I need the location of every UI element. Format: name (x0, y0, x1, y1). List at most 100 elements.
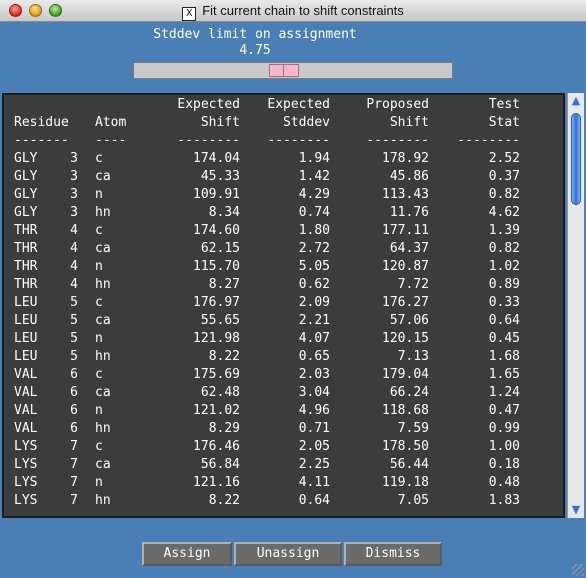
table-row[interactable]: VAL 6 c 175.69 2.03 179.04 1.65 (4, 366, 563, 384)
down-arrow-icon[interactable]: ▼ (568, 502, 584, 518)
column-header: Stat (488, 115, 520, 130)
expected-shift: 8.29 (208, 421, 240, 436)
table-row[interactable]: LEU 5 c 176.97 2.09 176.27 0.33 (4, 294, 563, 312)
stddev-slider-thumb[interactable] (269, 64, 299, 77)
expected-stddev: 0.64 (298, 493, 330, 508)
proposed-shift: 177.11 (382, 223, 429, 238)
proposed-shift: 64.37 (389, 241, 429, 256)
residue-name: GLY (14, 205, 38, 220)
residue-name: VAL (14, 421, 38, 436)
residue-number: 5 (70, 349, 78, 364)
residue-name: THR (14, 223, 38, 238)
expected-shift: 121.98 (193, 331, 240, 346)
table-row[interactable]: GLY 3 n 109.91 4.29 113.43 0.82 (4, 186, 563, 204)
column-header: Atom (95, 115, 127, 130)
column-header: Proposed (366, 97, 429, 112)
atom-name: hn (95, 421, 111, 436)
expected-stddev: 5.05 (298, 259, 330, 274)
expected-stddev: 4.96 (298, 403, 330, 418)
residue-name: THR (14, 259, 38, 274)
proposed-shift: 118.68 (382, 403, 429, 418)
expected-stddev: 2.09 (298, 295, 330, 310)
table-row[interactable]: THR 4 c 174.60 1.80 177.11 1.39 (4, 222, 563, 240)
residue-name: VAL (14, 385, 38, 400)
table-row[interactable]: LYS 7 ca 56.84 2.25 56.44 0.18 (4, 456, 563, 474)
table-row[interactable]: GLY 3 hn 8.34 0.74 11.76 4.62 (4, 204, 563, 222)
slider-label: Stddev limit on assignment (153, 27, 357, 42)
resize-grip-icon[interactable] (572, 564, 584, 576)
column-header: Test (488, 97, 520, 112)
expected-stddev: 4.07 (298, 331, 330, 346)
test-stat: 1.24 (488, 385, 520, 400)
residue-name: THR (14, 277, 38, 292)
residue-name: LYS (14, 493, 38, 508)
residue-name: LEU (14, 295, 38, 310)
expected-shift: 174.60 (193, 223, 240, 238)
expected-stddev: 2.25 (298, 457, 330, 472)
table-row[interactable]: LYS 7 n 121.16 4.11 119.18 0.48 (4, 474, 563, 492)
residue-name: LYS (14, 457, 38, 472)
scrollbar-thumb[interactable] (571, 113, 581, 205)
up-arrow-icon[interactable]: ▲ (568, 93, 584, 109)
residue-number: 5 (70, 295, 78, 310)
residue-number: 7 (70, 439, 78, 454)
proposed-shift: 11.76 (389, 205, 429, 220)
stddev-slider[interactable] (133, 62, 453, 79)
dismiss-button[interactable]: Dismiss (344, 542, 442, 566)
vertical-scrollbar[interactable]: ▲ ▼ (567, 93, 584, 518)
table-row[interactable]: VAL 6 hn 8.29 0.71 7.59 0.99 (4, 420, 563, 438)
expected-shift: 45.33 (200, 169, 240, 184)
residue-number: 3 (70, 205, 78, 220)
expected-stddev: 0.65 (298, 349, 330, 364)
expected-shift: 175.69 (193, 367, 240, 382)
table-row[interactable]: LEU 5 n 121.98 4.07 120.15 0.45 (4, 330, 563, 348)
table-row[interactable]: GLY 3 ca 45.33 1.42 45.86 0.37 (4, 168, 563, 186)
expected-stddev: 1.80 (298, 223, 330, 238)
proposed-shift: 57.06 (389, 313, 429, 328)
atom-name: ca (95, 169, 111, 184)
residue-number: 5 (70, 313, 78, 328)
test-stat: 4.62 (488, 205, 520, 220)
residue-name: THR (14, 241, 38, 256)
table-header-line1: Expected Expected Proposed Test (4, 96, 563, 114)
proposed-shift: 119.18 (382, 475, 429, 490)
proposed-shift: 66.24 (389, 385, 429, 400)
proposed-shift: 120.87 (382, 259, 429, 274)
table-row[interactable]: THR 4 n 115.70 5.05 120.87 1.02 (4, 258, 563, 276)
slider-value: 4.75 (239, 43, 271, 58)
proposed-shift: 178.92 (382, 151, 429, 166)
atom-name: hn (95, 205, 111, 220)
expected-stddev: 2.03 (298, 367, 330, 382)
expected-stddev: 2.05 (298, 439, 330, 454)
residue-number: 7 (70, 493, 78, 508)
residue-name: LEU (14, 349, 38, 364)
table-row[interactable]: THR 4 hn 8.27 0.62 7.72 0.89 (4, 276, 563, 294)
column-header: Shift (389, 115, 429, 130)
residue-number: 7 (70, 457, 78, 472)
residue-number: 4 (70, 223, 78, 238)
table-row[interactable]: VAL 6 ca 62.48 3.04 66.24 1.24 (4, 384, 563, 402)
assignment-table[interactable]: Expected Expected Proposed Test Residue Atom… (2, 93, 565, 518)
expected-stddev: 1.94 (298, 151, 330, 166)
table-row[interactable]: LYS 7 c 176.46 2.05 178.50 1.00 (4, 438, 563, 456)
test-stat: 0.48 (488, 475, 520, 490)
table-row[interactable]: GLY 3 c 174.04 1.94 178.92 2.52 (4, 150, 563, 168)
table-row[interactable]: LYS 7 hn 8.22 0.64 7.05 1.83 (4, 492, 563, 510)
residue-name: LEU (14, 331, 38, 346)
test-stat: 0.82 (488, 241, 520, 256)
atom-name: hn (95, 493, 111, 508)
residue-number: 6 (70, 385, 78, 400)
x11-icon: X (182, 7, 197, 21)
expected-shift: 176.46 (193, 439, 240, 454)
column-header: Expected (177, 97, 240, 112)
table-row[interactable]: LEU 5 ca 55.65 2.21 57.06 0.64 (4, 312, 563, 330)
table-row[interactable]: VAL 6 n 121.02 4.96 118.68 0.47 (4, 402, 563, 420)
proposed-shift: 178.50 (382, 439, 429, 454)
proposed-shift: 7.72 (397, 277, 429, 292)
test-stat: 1.65 (488, 367, 520, 382)
table-row[interactable]: LEU 5 hn 8.22 0.65 7.13 1.68 (4, 348, 563, 366)
assign-button[interactable]: Assign (142, 542, 232, 566)
unassign-button[interactable]: Unassign (234, 542, 342, 566)
table-row[interactable]: THR 4 ca 62.15 2.72 64.37 0.82 (4, 240, 563, 258)
expected-stddev: 4.11 (298, 475, 330, 490)
